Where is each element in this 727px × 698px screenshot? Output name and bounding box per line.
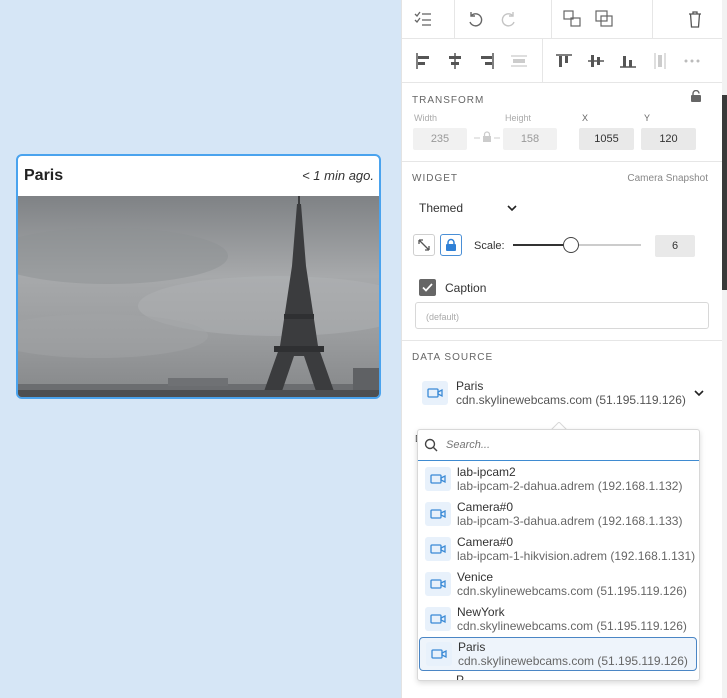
option-name: Venice [457,569,494,584]
height-input[interactable]: 158 [503,128,557,150]
source-option[interactable]: Camera#0 lab-ipcam-3-dahua.adrem (192.168… [419,497,697,531]
caption-input[interactable]: (default) [415,302,709,329]
lock-scale-button[interactable] [440,234,462,256]
caption-label: Caption [445,281,487,295]
divider [402,340,722,341]
option-host: cdn.skylinewebcams.com (51.195.119.126) [457,618,687,633]
option-name: Paris [458,639,486,654]
alignment-toolbar [402,39,722,83]
toolbar-group-select [402,0,455,38]
align-right-icon[interactable] [474,48,500,74]
caption-checkbox[interactable] [419,279,436,296]
width-input[interactable]: 235 [413,128,467,150]
option-host: lab-ipcam-3-dahua.adrem (192.168.1.133) [457,513,683,528]
ungroup-icon[interactable] [592,6,618,32]
y-label: Y [644,113,651,123]
x-label: X [582,113,589,123]
selected-source-name: Paris [456,379,484,393]
source-option[interactable]: NewYork cdn.skylinewebcams.com (51.195.11… [419,602,697,636]
data-source-dropdown: lab-ipcam2lab-ipcam-2-dahua.adrem (192.1… [417,429,700,681]
video-camera-icon [425,467,451,491]
dropdown-search-bar [418,430,699,461]
search-input[interactable] [444,438,678,452]
theme-select[interactable]: Themed [415,196,521,220]
source-option-selected[interactable]: Paris cdn.skylinewebcams.com (51.195.119.… [419,637,697,671]
scale-slider-thumb[interactable] [562,237,579,253]
toolbar-group-vertical-align [543,39,722,82]
selected-source-host: cdn.skylinewebcams.com (51.195.119.126) [456,393,686,407]
chevron-down-icon [507,205,517,212]
option-host: lab-ipcam-1-hikvision.adrem (192.168.1.1… [457,548,696,563]
search-icon [424,438,438,452]
toolbar-group-grouping [552,0,653,38]
chevron-down-icon [694,390,704,397]
redo-icon[interactable] [495,6,521,32]
checklist-icon[interactable] [410,6,436,32]
transform-section-label: TRANSFORM [412,95,485,106]
align-middle-icon[interactable] [583,48,609,74]
option-host: cdn.skylinewebcams.com (51.195.119.126) [457,583,687,598]
height-label: Height [505,113,532,123]
scale-slider-track[interactable] [513,237,641,253]
align-bottom-icon[interactable] [615,48,641,74]
divider [402,161,722,162]
lock-icon[interactable] [690,89,702,107]
aspect-lock-icon[interactable] [474,130,500,148]
camera-snapshot-image [18,196,379,397]
source-option[interactable]: Venice cdn.skylinewebcams.com (51.195.119… [419,567,697,601]
option-name-partial: P [456,673,465,681]
video-camera-icon [425,502,451,526]
checkmark-icon [422,283,433,292]
undo-icon[interactable] [463,6,489,32]
option-name: Camera#0 [457,499,514,514]
align-center-icon[interactable] [442,48,468,74]
toolbar-group-history [455,0,552,38]
width-label: Width [414,113,438,123]
option-host: lab-ipcam-2-dahua.adrem (192.168.1.132) [457,478,683,493]
video-camera-icon [425,607,451,631]
lock-icon [446,238,456,251]
widget-type-label: Camera Snapshot [627,173,708,184]
video-camera-icon [425,537,451,561]
eiffel-tower-snapshot-graphic [18,196,379,397]
video-camera-icon [422,381,448,405]
widget-updated-time: < 1 min ago. [302,168,374,183]
video-camera-icon [425,572,451,596]
widget-title: Paris [24,167,64,184]
option-name: Camera#0 [457,534,514,549]
scale-input[interactable]: 6 [655,235,695,257]
distribute-vertical-icon[interactable] [647,48,673,74]
theme-select-value: Themed [419,201,464,215]
scale-slider-fill [513,244,571,246]
scale-label: Scale: [474,240,505,252]
more-options-icon[interactable] [679,48,705,74]
fit-size-button[interactable] [413,234,435,256]
edit-toolbar [402,0,722,39]
x-input[interactable]: 1055 [579,128,634,150]
group-icon[interactable] [560,6,586,32]
align-left-icon[interactable] [410,48,436,74]
resize-icon [418,239,430,251]
option-host: cdn.skylinewebcams.com (51.195.119.126) [458,653,688,668]
camera-snapshot-widget[interactable]: Paris < 1 min ago. [16,154,381,399]
option-name: NewYork [457,604,505,619]
data-source-select[interactable]: Paris cdn.skylinewebcams.com (51.195.119… [412,372,706,414]
trash-icon[interactable] [682,6,708,32]
data-source-section-label: DATA SOURCE [412,352,494,363]
source-option[interactable]: Camera#0 lab-ipcam-1-hikvision.adrem (192… [419,532,697,566]
distribute-horizontal-icon[interactable] [506,48,532,74]
source-option[interactable]: lab-ipcam2 lab-ipcam-2-dahua.adrem (192.1… [419,462,697,496]
y-input[interactable]: 120 [641,128,696,150]
option-name: lab-ipcam2 [457,464,516,479]
widget-header: Paris < 1 min ago. [18,156,379,196]
align-top-icon[interactable] [551,48,577,74]
video-camera-icon [426,642,452,666]
caption-placeholder: (default) [426,312,460,322]
widget-section-label: WIDGET [412,173,458,184]
toolbar-group-horizontal-align [402,39,544,82]
